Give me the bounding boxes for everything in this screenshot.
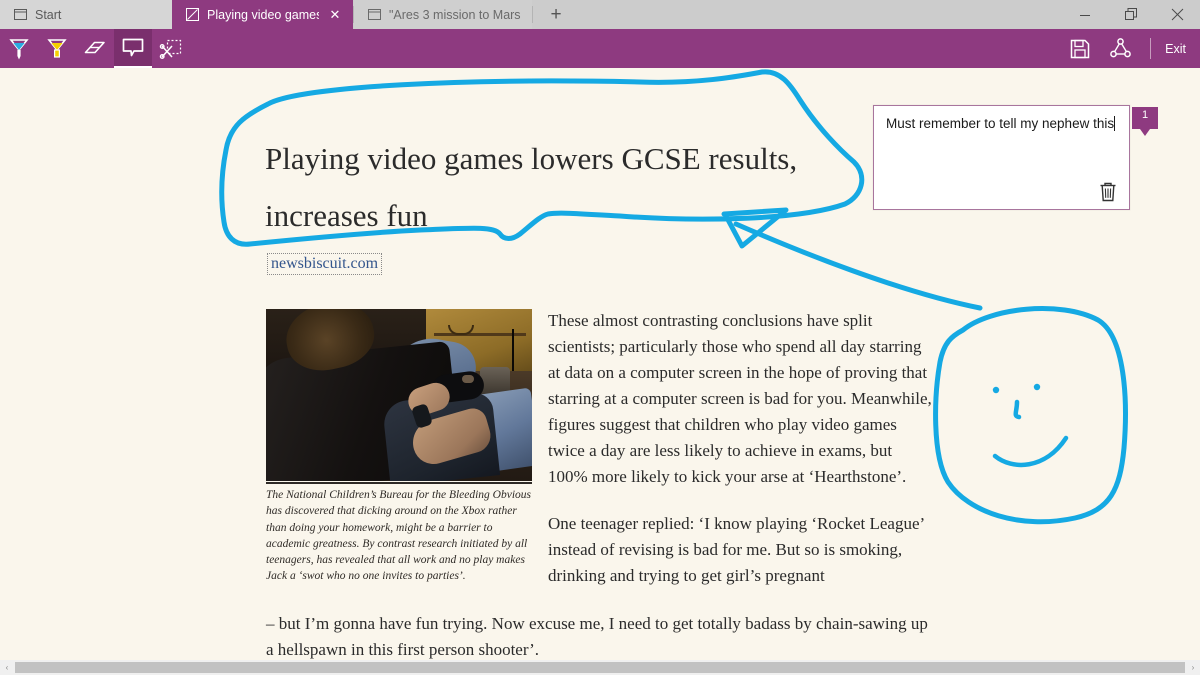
window-icon [368, 9, 381, 20]
tab-start[interactable]: Start [0, 0, 172, 29]
trash-icon[interactable] [1097, 179, 1119, 203]
text-cursor [1114, 116, 1116, 131]
ballpoint-pen-icon[interactable] [0, 29, 38, 68]
close-button[interactable] [1154, 0, 1200, 29]
note-text-value: Must remember to tell my nephew this [886, 116, 1115, 131]
scrollbar-thumb[interactable] [15, 662, 1185, 673]
close-icon[interactable]: ✕ [327, 7, 343, 23]
caption-rule [266, 482, 532, 484]
toolbar-divider [1150, 38, 1152, 59]
window-icon [14, 9, 27, 20]
article-body-column: These almost contrasting conclusions hav… [548, 308, 934, 610]
highlighter-icon[interactable] [38, 29, 76, 68]
page-title: Playing video games lowers GCSE results,… [265, 141, 798, 233]
save-icon[interactable] [1060, 29, 1100, 68]
ink-note-icon [186, 8, 199, 21]
new-tab-button[interactable]: + [533, 0, 579, 29]
scroll-left-arrow-icon[interactable]: ‹ [0, 660, 14, 675]
restore-button[interactable] [1108, 0, 1154, 29]
tab-playing-video-games[interactable]: Playing video games low ✕ [172, 0, 353, 29]
note-text[interactable]: Must remember to tell my nephew this [886, 116, 1122, 131]
article-photo [266, 309, 532, 481]
tab-active-label: Playing video games low [207, 7, 319, 22]
photo-caption: The National Children’s Bureau for the B… [266, 489, 532, 583]
clip-icon[interactable] [152, 29, 190, 68]
share-icon[interactable] [1100, 29, 1140, 68]
eraser-icon[interactable] [76, 29, 114, 68]
horizontal-scrollbar[interactable]: ‹ › [0, 660, 1200, 675]
window-controls [1062, 0, 1200, 29]
article-paragraph: These almost contrasting conclusions hav… [548, 311, 932, 486]
tab-ares-3-mission[interactable]: "Ares 3 mission to Mars - The [354, 0, 532, 29]
sticky-note[interactable]: Must remember to tell my nephew this [873, 105, 1130, 210]
add-note-icon[interactable] [114, 29, 152, 68]
note-badge[interactable]: 1 [1132, 107, 1158, 136]
tab-strip: Start Playing video games low ✕ "Ares 3 … [0, 0, 1200, 29]
article-paragraph: One teenager replied: ‘I know playing ‘R… [548, 514, 924, 585]
ink-toolbar: Exit [0, 29, 1200, 68]
scroll-right-arrow-icon[interactable]: › [1186, 660, 1200, 675]
article-paragraph-tail: – but I’m gonna have fun trying. Now exc… [266, 614, 928, 659]
exit-button[interactable]: Exit [1161, 29, 1200, 68]
source-link[interactable]: newsbiscuit.com [267, 253, 383, 275]
minimize-button[interactable] [1062, 0, 1108, 29]
ink-toolbar-right: Exit [1060, 29, 1200, 68]
tab-inactive-label: "Ares 3 mission to Mars - The [389, 7, 522, 22]
tab-start-label: Start [35, 7, 62, 22]
